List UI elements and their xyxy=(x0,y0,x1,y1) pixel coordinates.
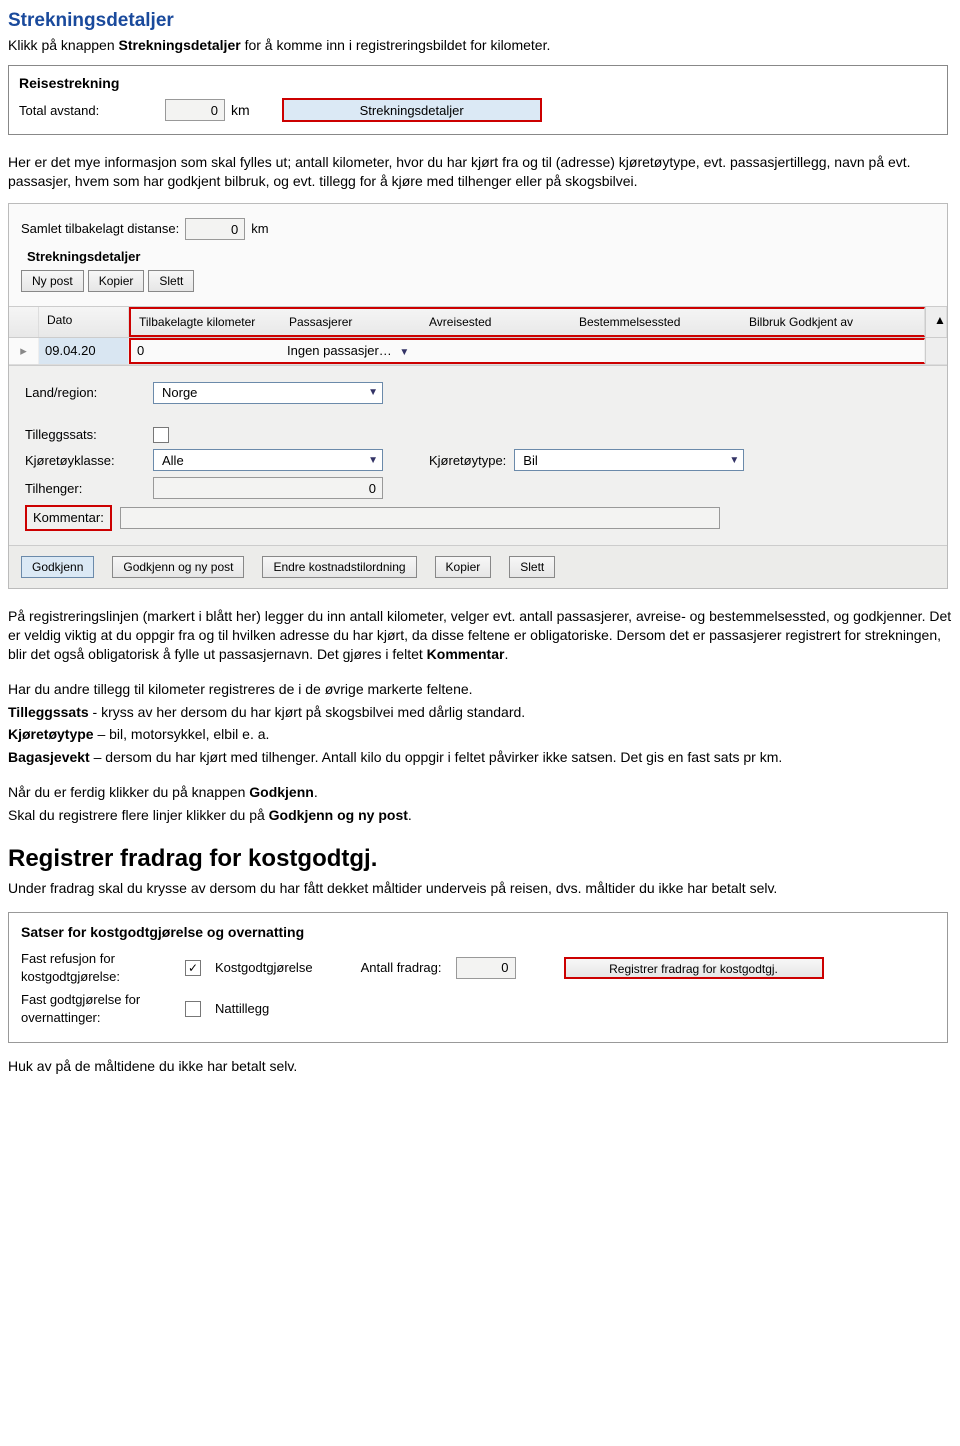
reisestrekning-title: Reisestrekning xyxy=(19,74,937,93)
p3-l2-post: . xyxy=(408,807,412,823)
registrer-fradrag-button[interactable]: Registrer fradrag for kostgodtgj. xyxy=(564,957,824,979)
body-p1-suffix: . xyxy=(504,646,508,662)
samlet-distanse-unit: km xyxy=(251,220,268,238)
intro-suffix: for å komme inn i registreringsbildet fo… xyxy=(241,37,551,53)
strekningsdetaljer-panel: Samlet tilbakelagt distanse: km Streknin… xyxy=(8,203,948,589)
satser-panel: Satser for kostgodtgjørelse og overnatti… xyxy=(8,912,948,1043)
intro-prefix: Klikk på knappen xyxy=(8,37,119,53)
klasse-dropdown[interactable]: Alle ▼ xyxy=(153,449,383,471)
col-avr-header: Avreisested xyxy=(429,314,579,330)
reisestrekning-panel: Reisestrekning Total avstand: km Strekni… xyxy=(8,65,948,136)
klasse-value: Alle xyxy=(162,452,184,470)
type-dropdown[interactable]: Bil ▼ xyxy=(514,449,744,471)
strekningsdetaljer-section-title: Strekningsdetaljer xyxy=(27,248,935,266)
godkjenn-ny-post-button[interactable]: Godkjenn og ny post xyxy=(112,556,244,578)
section2-title: Registrer fradrag for kostgodtgj. xyxy=(8,843,952,875)
body-p2-l1: Har du andre tillegg til kilometer regis… xyxy=(8,680,952,699)
kopier-button-footer[interactable]: Kopier xyxy=(435,556,492,578)
kostgodtgj-cblabel: Kostgodtgjørelse xyxy=(215,959,313,977)
chevron-down-icon: ▼ xyxy=(729,454,739,468)
klasse-label: Kjøretøyklasse: xyxy=(25,452,145,470)
col-pass-header: Passasjerer xyxy=(289,314,429,330)
body-p1-bold: Kommentar xyxy=(427,646,505,662)
p2-l2-bold: Tilleggssats xyxy=(8,704,89,720)
fast-refusjon-label: Fast refusjon for kostgodtgjørelse: xyxy=(21,950,171,985)
nattillegg-cblabel: Nattillegg xyxy=(215,1000,269,1018)
tilhenger-input[interactable] xyxy=(153,477,383,499)
total-avstand-unit: km xyxy=(231,101,250,120)
col-date-header: Dato xyxy=(39,307,129,337)
slett-button[interactable]: Slett xyxy=(148,270,194,292)
endre-kostnad-button[interactable]: Endre kostnadstilordning xyxy=(262,556,416,578)
body-p2-l3: Kjøretøytype – bil, motorsykkel, elbil e… xyxy=(8,725,952,744)
row-km-cell[interactable]: 0 xyxy=(137,342,287,360)
table-row[interactable]: ▸ 09.04.20 0 Ingen passasjer… ▼ xyxy=(9,338,947,365)
intro-bold: Strekningsdetaljer xyxy=(119,37,241,53)
samlet-distanse-label: Samlet tilbakelagt distanse: xyxy=(21,220,179,238)
p2-l4-rest: – dersom du har kjørt med tilhenger. Ant… xyxy=(90,749,783,765)
p2-l3-bold: Kjøretøytype xyxy=(8,726,94,742)
slett-button-footer[interactable]: Slett xyxy=(509,556,555,578)
col-bil-header: Bilbruk Godkjent av xyxy=(749,314,899,330)
ny-post-button[interactable]: Ny post xyxy=(21,270,84,292)
land-dropdown[interactable]: Norge ▼ xyxy=(153,382,383,404)
land-label: Land/region: xyxy=(25,384,145,402)
grid-header: Dato Tilbakelagte kilometer Passasjerer … xyxy=(9,306,947,338)
scrollbar-top[interactable]: ▲ xyxy=(925,307,947,337)
tilleggssats-checkbox[interactable] xyxy=(153,427,169,443)
type-value: Bil xyxy=(523,452,537,470)
kostgodtgj-checkbox[interactable] xyxy=(185,960,201,976)
row-pass-text: Ingen passasjer… xyxy=(287,343,392,358)
panel2-footer: Godkjenn Godkjenn og ny post Endre kostn… xyxy=(9,545,947,588)
chevron-down-icon: ▼ xyxy=(368,454,378,468)
body-p2-l4: Bagasjevekt – dersom du har kjørt med ti… xyxy=(8,748,952,767)
p2-l2-rest: - kryss av her dersom du har kjørt på sk… xyxy=(89,704,526,720)
page-title: Strekningsdetaljer xyxy=(8,8,952,34)
nattillegg-checkbox[interactable] xyxy=(185,1001,201,1017)
col-km-header: Tilbakelagte kilometer xyxy=(139,314,289,330)
kommentar-input[interactable] xyxy=(120,507,720,529)
antall-fradrag-label: Antall fradrag: xyxy=(361,959,442,977)
antall-fradrag-input[interactable] xyxy=(456,957,516,979)
row-date-cell[interactable]: 09.04.20 xyxy=(39,338,129,364)
chevron-down-icon: ▼ xyxy=(399,347,409,358)
scrollbar-track[interactable] xyxy=(925,338,947,364)
tilhenger-label: Tilhenger: xyxy=(25,480,145,498)
total-avstand-label: Total avstand: xyxy=(19,102,159,120)
fast-overnatting-label: Fast godtgjørelse for overnattinger: xyxy=(21,991,171,1026)
land-value: Norge xyxy=(162,384,197,402)
row-expand-icon[interactable]: ▸ xyxy=(9,338,39,364)
para-between: Her er det mye informasjon som skal fyll… xyxy=(8,153,952,191)
detail-form: Land/region: Norge ▼ Tilleggssats: Kjøre… xyxy=(9,365,947,545)
p3-l2-bold: Godkjenn og ny post xyxy=(269,807,408,823)
chevron-down-icon: ▼ xyxy=(368,386,378,400)
satser-title: Satser for kostgodtgjørelse og overnatti… xyxy=(21,923,935,942)
row-pass-cell[interactable]: Ingen passasjer… ▼ xyxy=(287,342,427,360)
intro-text: Klikk på knappen Strekningsdetaljer for … xyxy=(8,36,952,55)
p2-l3-rest: – bil, motorsykkel, elbil e. a. xyxy=(94,726,270,742)
p3-l1-bold: Godkjenn xyxy=(249,784,314,800)
p3-l1-pre: Når du er ferdig klikker du på knappen xyxy=(8,784,249,800)
footer-text: Huk av på de måltidene du ikke har betal… xyxy=(8,1057,952,1076)
body-p2-l2: Tilleggssats - kryss av her dersom du ha… xyxy=(8,703,952,722)
p3-l2-pre: Skal du registrere flere linjer klikker … xyxy=(8,807,269,823)
col-star xyxy=(9,307,39,337)
type-label: Kjøretøytype: xyxy=(429,452,506,470)
col-best-header: Bestemmelsessted xyxy=(579,314,749,330)
tilleggssats-label: Tilleggssats: xyxy=(25,426,145,444)
godkjenn-button[interactable]: Godkjenn xyxy=(21,556,94,578)
body-p1: På registreringslinjen (markert i blått … xyxy=(8,607,952,664)
total-avstand-input[interactable] xyxy=(165,99,225,121)
body-p3-l1: Når du er ferdig klikker du på knappen G… xyxy=(8,783,952,802)
p3-l1-post: . xyxy=(314,784,318,800)
kommentar-label: Kommentar: xyxy=(25,505,112,531)
body-p3-l2: Skal du registrere flere linjer klikker … xyxy=(8,806,952,825)
samlet-distanse-input[interactable] xyxy=(185,218,245,240)
kopier-button[interactable]: Kopier xyxy=(88,270,145,292)
p2-l4-bold: Bagasjevekt xyxy=(8,749,90,765)
strekningsdetaljer-button[interactable]: Strekningsdetaljer xyxy=(282,98,542,122)
section2-intro: Under fradrag skal du krysse av dersom d… xyxy=(8,879,952,898)
